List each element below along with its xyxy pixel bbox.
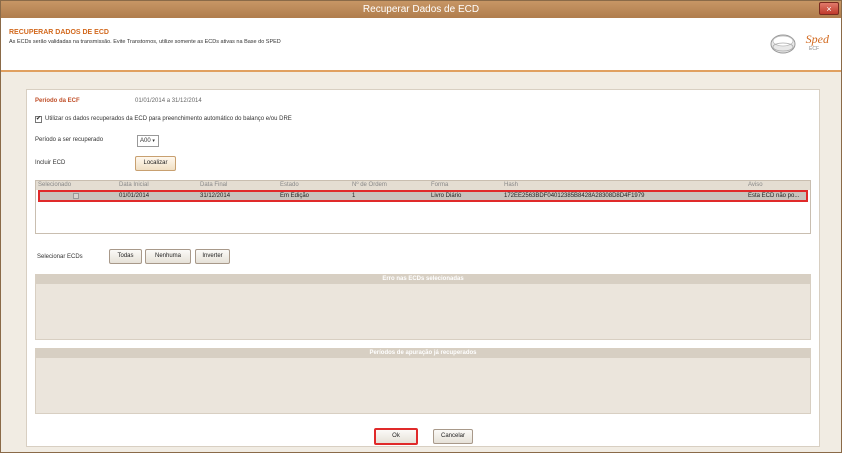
periodo-ecf-label: Período da ECF [35,98,80,104]
col-ordem: Nº de Ordem [352,182,387,188]
header-title: RECUPERAR DADOS DE ECD [9,29,109,36]
logo-text: Sped [805,32,829,46]
window-titlebar: Recuperar Dados de ECD × [1,1,841,18]
col-data-final: Data Final [200,182,228,188]
inverter-button[interactable]: Inverter [195,249,230,264]
periodo-recuperado-value: A00 [140,138,151,144]
row-select-checkbox[interactable] [73,193,79,199]
chevron-down-icon: ▾ [152,138,155,144]
cell-data-inicial: 01/01/2014 [119,193,150,199]
utilizar-checkbox-label: Utilizar os dados recuperados da ECD par… [45,116,292,122]
cell-data-final: 31/12/2014 [200,193,231,199]
cell-forma: Livro Diário [431,193,462,199]
incluir-ecd-label: Incluir ECD [35,160,66,166]
periodos-section-title: Períodos de apuração já recuperados [36,349,810,358]
logo-subtext: ECF [809,46,819,52]
periodo-ecf-value: 01/01/2014 a 31/12/2014 [135,98,202,104]
selecionar-ecds-label: Selecionar ECDs [37,254,83,260]
table-header: Selecionado Data Inicial Data Final Esta… [36,181,810,190]
utilizar-checkbox[interactable]: ✔ [35,116,42,123]
window-title: Recuperar Dados de ECD [362,4,480,15]
erro-section: Erro nas ECDs selecionadas [35,274,811,340]
erro-section-title: Erro nas ECDs selecionadas [36,275,810,284]
col-aviso: Aviso [748,182,763,188]
table-row[interactable]: 01/01/2014 31/12/2014 Em Edição 1 Livro … [38,190,808,202]
periodo-recuperado-label: Período a ser recuperado [35,137,104,143]
col-estado: Estado [280,182,299,188]
col-forma: Forma [431,182,449,188]
cell-hash: 172EE2563BDF04012385B8428A28308D8D4F1979 [504,193,645,199]
col-data-inicial: Data Inicial [119,182,149,188]
ok-button[interactable]: Ok [374,428,418,445]
main-panel: Período da ECF 01/01/2014 a 31/12/2014 ✔… [26,89,820,447]
periodo-recuperado-select[interactable]: A00 ▾ [137,135,159,147]
cell-estado: Em Edição [280,193,310,199]
todas-button[interactable]: Todas [109,249,142,264]
periodos-section: Períodos de apuração já recuperados [35,348,811,414]
ecd-table: Selecionado Data Inicial Data Final Esta… [35,180,811,234]
header-subtitle: As ECDs serão validadas na transmissão. … [9,39,281,45]
close-button[interactable]: × [819,2,839,15]
col-selecionado: Selecionado [38,182,72,188]
cell-ordem: 1 [352,193,356,199]
cell-aviso: Esta ECD não po... [748,193,800,199]
col-hash: Hash [504,182,519,188]
cancelar-button[interactable]: Cancelar [433,429,473,444]
localizar-button[interactable]: Localizar [135,156,176,171]
dialog-header: RECUPERAR DADOS DE ECD As ECDs serão val… [1,18,841,72]
recuperar-dados-dialog: Recuperar Dados de ECD × RECUPERAR DADOS… [0,0,842,453]
nenhuma-button[interactable]: Nenhuma [145,249,191,264]
